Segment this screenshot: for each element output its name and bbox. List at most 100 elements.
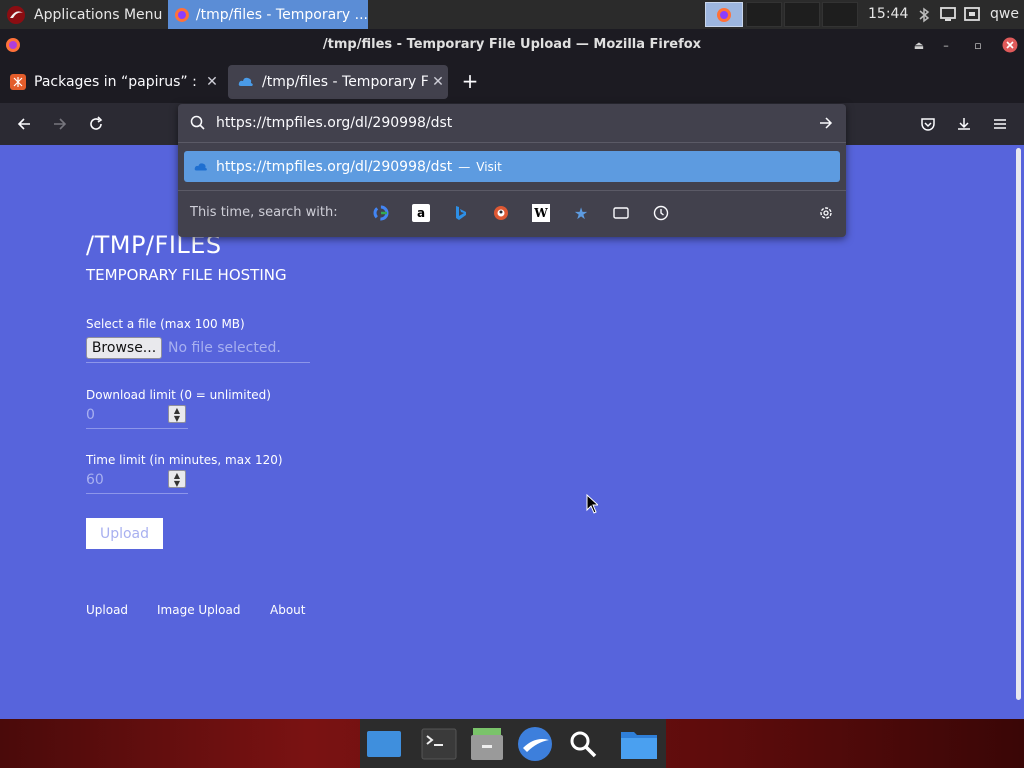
arrow-right-icon — [54, 118, 67, 130]
tabs-search-button[interactable] — [612, 204, 630, 222]
applications-menu-label: Applications Menu — [34, 6, 163, 23]
desktop-icon — [367, 731, 401, 757]
new-tab-button[interactable]: + — [458, 66, 482, 96]
amazon-engine-button[interactable]: a — [412, 204, 430, 222]
app-menu-icon — [7, 5, 25, 24]
display-icon[interactable] — [940, 7, 956, 22]
search-icon — [570, 731, 597, 758]
app-menu-button[interactable] — [987, 111, 1013, 137]
download-limit-field[interactable]: 0 ▲ ▼ — [86, 404, 188, 429]
back-button[interactable] — [11, 111, 37, 137]
dock-search[interactable] — [563, 724, 603, 764]
gear-icon — [820, 207, 832, 219]
download-limit-label: Download limit (0 = unlimited) — [86, 388, 271, 402]
pocket-button[interactable] — [915, 111, 941, 137]
dock-files[interactable] — [619, 724, 659, 764]
field-underline — [86, 493, 188, 494]
workspace-4[interactable] — [822, 2, 858, 27]
dock-file-manager-drawer[interactable] — [467, 724, 507, 764]
mouse-cursor-icon — [586, 494, 598, 514]
footer-link-upload[interactable]: Upload — [86, 603, 128, 617]
folder-icon — [621, 732, 657, 759]
arrow-left-icon — [17, 118, 30, 130]
go-arrow-icon[interactable] — [818, 115, 834, 131]
divider — [178, 190, 846, 191]
urlbar-dropdown: https://tmpfiles.org/dl/290998/dst https… — [178, 104, 846, 237]
close-tab-icon[interactable]: ✕ — [202, 74, 222, 90]
terminal-icon — [421, 728, 457, 760]
download-limit-value: 0 — [86, 407, 95, 423]
top-panel: Applications Menu /tmp/files - Temporary… — [0, 0, 1024, 29]
tab-papirus-packages[interactable]: Packages in “papirus” : p ✕ — [0, 65, 222, 99]
wikipedia-engine-button[interactable]: W — [532, 204, 550, 222]
applications-menu-button[interactable]: Applications Menu — [0, 0, 162, 29]
cloud-upload-icon — [194, 162, 207, 170]
site-subtitle: TEMPORARY FILE HOSTING — [86, 266, 287, 284]
upload-button[interactable]: Upload — [86, 518, 163, 549]
hamburger-menu-icon — [994, 119, 1006, 129]
maximize-button[interactable]: ▫ — [970, 37, 986, 53]
download-icon — [958, 118, 970, 130]
reload-button[interactable] — [83, 111, 109, 137]
search-settings-button[interactable] — [817, 204, 835, 222]
browser-globe-icon — [518, 727, 552, 761]
bing-engine-button[interactable] — [452, 204, 470, 222]
downloads-button[interactable] — [951, 111, 977, 137]
time-limit-value: 60 — [86, 472, 104, 488]
launchpad-icon — [10, 74, 26, 90]
taskbar-window-label: /tmp/files - Temporary ... — [195, 6, 368, 23]
time-limit-label: Time limit (in minutes, max 120) — [86, 453, 283, 467]
network-icon[interactable] — [964, 7, 980, 22]
bluetooth-icon[interactable] — [918, 7, 930, 23]
footer-link-about[interactable]: About — [270, 603, 305, 617]
window-title: /tmp/files - Temporary File Upload — Moz… — [322, 37, 702, 52]
archive-icon — [471, 728, 503, 760]
file-select-label: Select a file (max 100 MB) — [86, 317, 245, 331]
duckduckgo-engine-button[interactable] — [492, 204, 510, 222]
clock[interactable]: 15:44 — [868, 0, 908, 29]
user-menu[interactable]: qwe — [990, 0, 1019, 29]
workspace-3[interactable] — [784, 2, 820, 27]
time-limit-spinner[interactable]: ▲ ▼ — [168, 470, 186, 488]
star-icon: ★ — [573, 203, 589, 223]
suggestion-action: Visit — [476, 159, 502, 174]
dock-terminal[interactable] — [419, 724, 459, 764]
google-icon — [373, 205, 389, 221]
workspace-1[interactable] — [705, 2, 743, 27]
close-tab-icon[interactable]: ✕ — [428, 74, 448, 90]
scrollbar-thumb[interactable] — [1016, 148, 1021, 700]
shade-window-button[interactable]: ⏏ — [911, 37, 927, 53]
history-search-button[interactable] — [652, 204, 670, 222]
window-titlebar: /tmp/files - Temporary File Upload — Moz… — [0, 29, 1024, 61]
footer-link-image-upload[interactable]: Image Upload — [157, 603, 240, 617]
taskbar-firefox-window[interactable]: /tmp/files - Temporary ... — [168, 0, 368, 29]
google-engine-button[interactable] — [372, 204, 390, 222]
download-limit-spinner[interactable]: ▲ ▼ — [168, 405, 186, 423]
suggestion-separator: — — [458, 159, 471, 174]
amazon-icon: a — [416, 206, 426, 220]
workspace-2[interactable] — [746, 2, 782, 27]
firefox-icon — [174, 7, 189, 22]
bing-icon — [456, 206, 466, 220]
clock-icon — [653, 205, 669, 221]
tab-tmpfiles[interactable]: /tmp/files - Temporary Fil ✕ — [228, 65, 448, 99]
url-suggestion-visit[interactable]: https://tmpfiles.org/dl/290998/dst — Vis… — [184, 151, 840, 182]
url-input[interactable]: https://tmpfiles.org/dl/290998/dst — [216, 104, 452, 142]
tab-label: Packages in “papirus” : p — [34, 74, 202, 90]
close-window-button[interactable] — [1002, 37, 1018, 53]
tab-strip: Packages in “papirus” : p ✕ /tmp/files -… — [0, 61, 1024, 103]
search-icon — [190, 115, 205, 130]
tabs-icon — [613, 207, 629, 219]
dock-web-browser[interactable] — [515, 724, 555, 764]
browse-button[interactable]: Browse... — [86, 337, 162, 359]
dock-show-desktop[interactable] — [364, 724, 404, 764]
forward-button[interactable] — [47, 111, 73, 137]
time-limit-field[interactable]: 60 ▲ ▼ — [86, 469, 188, 494]
minimize-button[interactable]: – — [938, 37, 954, 53]
bookmarks-search-button[interactable]: ★ — [572, 203, 590, 223]
url-input-row[interactable]: https://tmpfiles.org/dl/290998/dst — [178, 104, 846, 142]
field-underline — [86, 428, 188, 429]
no-file-selected-text: No file selected. — [168, 340, 281, 356]
cloud-upload-icon — [238, 77, 253, 86]
search-with-label: This time, search with: — [190, 205, 338, 220]
